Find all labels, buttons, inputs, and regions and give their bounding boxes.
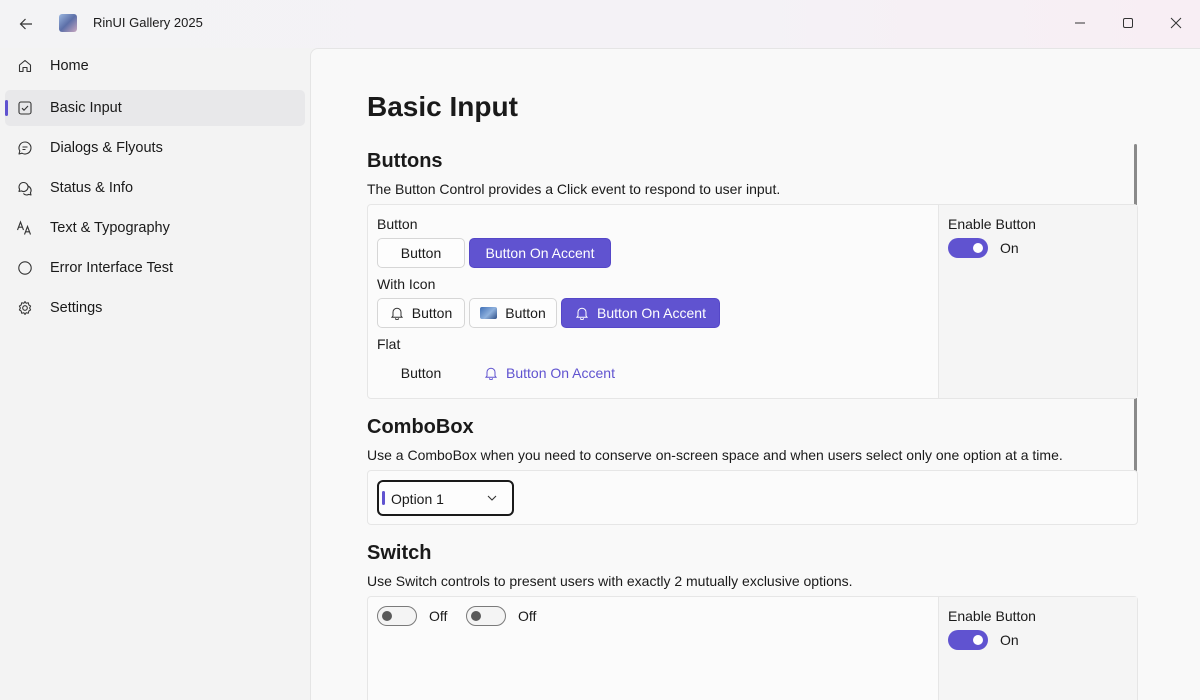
sidebar-item-label: Home (50, 58, 89, 74)
sidebar-item-label: Text & Typography (50, 220, 170, 236)
enable-button-toggle[interactable] (948, 238, 988, 258)
switch-1-toggle[interactable] (377, 606, 417, 626)
sidebar-item-home[interactable]: Home (5, 48, 305, 84)
buttons-section-description: The Button Control provides a Click even… (367, 181, 781, 197)
app-logo (59, 14, 77, 32)
combobox-panel: Option 1 (367, 470, 1138, 525)
sidebar-item-label: Status & Info (50, 180, 134, 196)
switch-1-state-label: Off (429, 608, 448, 624)
toggle-state-label: On (1000, 632, 1019, 648)
sidebar-item-label: Settings (50, 300, 103, 316)
circle-icon (16, 259, 34, 277)
sidebar-item-label: Error Interface Test (50, 260, 174, 276)
sidebar-item-label: Dialogs & Flyouts (50, 140, 163, 156)
minimize-icon (1075, 22, 1085, 24)
gear-icon (16, 299, 34, 317)
sidebar-item-dialogs-flyouts[interactable]: Dialogs & Flyouts (5, 130, 305, 166)
image-icon (480, 307, 498, 319)
icon-button[interactable]: Button (377, 298, 465, 328)
sidebar-item-label: Basic Input (50, 100, 122, 116)
combobox-section-title: ComboBox (367, 416, 474, 438)
switch-section-description: Use Switch controls to present users wit… (367, 573, 853, 589)
button-label: Button (400, 365, 442, 381)
close-icon (1170, 17, 1182, 29)
bell-icon (390, 307, 403, 320)
button-label: Button (400, 245, 442, 261)
page-title: Basic Input (367, 91, 518, 122)
option-combobox[interactable]: Option 1 (377, 480, 514, 516)
close-button[interactable] (1152, 0, 1200, 46)
maximize-icon (1123, 18, 1133, 28)
combobox-selected-value: Option 1 (391, 491, 444, 507)
buttons-panel: Button Button Button On Accent With Icon… (367, 204, 1138, 399)
button-label: Button (505, 305, 546, 321)
chevron-down-icon (487, 495, 497, 501)
toggle-knob (973, 243, 983, 253)
buttons-options-panel: Enable Button On (938, 205, 1137, 398)
flat-accent-button[interactable]: Button On Accent (469, 358, 630, 388)
sidebar: Home Basic Input Dialogs & Flyouts Statu… (0, 48, 310, 700)
text-font-icon (16, 219, 34, 237)
maximize-button[interactable] (1104, 0, 1152, 46)
focus-indicator (382, 491, 385, 505)
switch-options-panel: Enable Button On (938, 597, 1137, 700)
button-label: Button On Accent (597, 305, 706, 321)
group-label-with-icon: With Icon (377, 276, 436, 292)
switch-2-toggle[interactable] (466, 606, 506, 626)
image-icon-button[interactable]: Button (469, 298, 557, 328)
home-icon (16, 57, 34, 75)
flat-button[interactable]: Button (377, 358, 465, 388)
app-title: RinUI Gallery 2025 (93, 15, 203, 30)
chat-bubble-icon (16, 139, 34, 157)
button-label: Button (411, 305, 453, 321)
switch-2-state-label: Off (518, 608, 537, 624)
bell-icon (575, 307, 589, 320)
sidebar-item-status-info[interactable]: Status & Info (5, 170, 305, 206)
switch-panel: Off Off Enable Button On (367, 596, 1138, 700)
group-label-button: Button (377, 216, 418, 232)
content-area: Basic Input Buttons The Button Control p… (310, 48, 1200, 700)
sidebar-item-error-interface-test[interactable]: Error Interface Test (5, 250, 305, 286)
toggle-state-label: On (1000, 240, 1019, 256)
accent-icon-button[interactable]: Button On Accent (561, 298, 720, 328)
bell-icon (484, 367, 498, 380)
button-label: Button On Accent (485, 245, 595, 261)
sidebar-item-basic-input[interactable]: Basic Input (5, 90, 305, 126)
group-label-flat: Flat (377, 336, 401, 352)
enable-button-toggle[interactable] (948, 630, 988, 650)
sidebar-item-text-typography[interactable]: Text & Typography (5, 210, 305, 246)
minimize-button[interactable] (1056, 0, 1104, 46)
enable-button-label: Enable Button (948, 216, 1036, 232)
sidebar-item-settings[interactable]: Settings (5, 290, 305, 326)
enable-button-label: Enable Button (948, 608, 1036, 624)
chat-multiple-icon (16, 179, 34, 197)
back-button[interactable] (14, 12, 38, 36)
selection-indicator (5, 100, 8, 116)
buttons-section-title: Buttons (367, 150, 443, 172)
switch-section-title: Switch (367, 542, 432, 564)
combobox-section-description: Use a ComboBox when you need to conserve… (367, 447, 1063, 463)
toggle-knob (973, 635, 983, 645)
toggle-knob (382, 611, 392, 621)
accent-button[interactable]: Button On Accent (469, 238, 611, 268)
title-bar: RinUI Gallery 2025 (0, 0, 1200, 48)
button-label: Button On Accent (506, 365, 615, 381)
checkbox-icon (16, 99, 34, 117)
toggle-knob (471, 611, 481, 621)
standard-button[interactable]: Button (377, 238, 465, 268)
arrow-left-icon (19, 18, 32, 30)
